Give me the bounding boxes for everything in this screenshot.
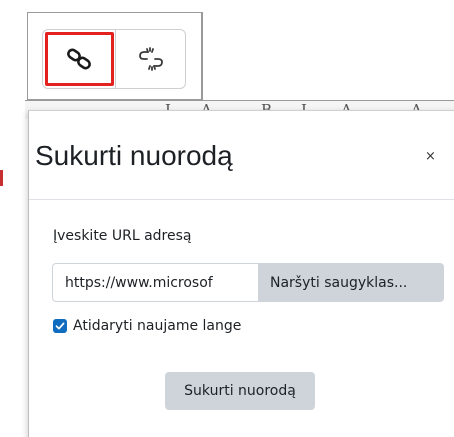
new-window-label: Atidaryti naujame lange	[73, 318, 242, 334]
create-link-dialog: Sukurti nuorodą × Įveskite URL adresą Na…	[28, 110, 454, 437]
unlink-icon	[139, 47, 163, 71]
unlink-button[interactable]	[115, 30, 186, 88]
create-link-button[interactable]: Sukurti nuorodą	[165, 372, 315, 410]
url-input[interactable]	[52, 263, 259, 302]
link-button-highlight	[45, 32, 114, 86]
side-edge-mark	[0, 170, 3, 186]
checkmark-icon	[55, 322, 65, 330]
dialog-header-divider	[29, 199, 454, 200]
link-button-group	[42, 29, 186, 89]
browse-repositories-button[interactable]: Naršyti saugyklas...	[258, 263, 444, 302]
editor-screen: I A B I A A Sukurti nuorodą × Įveskite U…	[0, 0, 454, 437]
url-field-label: Įveskite URL adresą	[53, 228, 192, 244]
link-button[interactable]	[43, 30, 114, 88]
new-window-checkbox[interactable]	[53, 319, 67, 333]
dialog-title: Sukurti nuorodą	[35, 140, 233, 171]
link-toolbar-panel	[27, 12, 203, 100]
close-button[interactable]: ×	[425, 149, 436, 164]
new-window-option: Atidaryti naujame lange	[53, 318, 241, 334]
